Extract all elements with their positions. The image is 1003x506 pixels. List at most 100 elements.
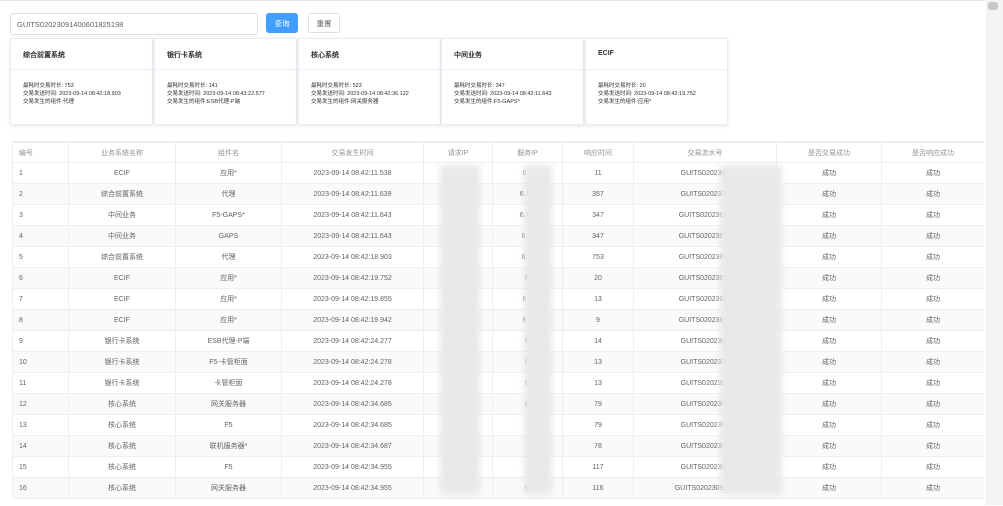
table-cell: 联机服务器* — [175, 435, 282, 457]
card-component-value: 代理 — [63, 99, 75, 105]
vertical-scrollbar[interactable] — [986, 0, 1003, 505]
table-cell: 应用* — [175, 288, 282, 310]
table-row[interactable]: 5综合前置系统代理2023-09-14 08:42:18.9036.6.1.75… — [12, 246, 984, 268]
summary-card: 中间业务 最耗时交易时长: 347 交易发送时间: 2023-09-14 08:… — [441, 38, 584, 125]
table-cell: 2023-09-14 08:42:34.685 — [281, 414, 424, 436]
table-cell: 2023-09-14 08:42:11.538 — [281, 162, 424, 184]
table-row[interactable]: 16核心系统网关服务器2023-09-14 08:42:34.9556.16.1… — [12, 477, 984, 499]
table-cell: 中间业务 — [68, 204, 176, 226]
table-cell: 代理 — [175, 246, 282, 268]
card-component-label: 交易发生的组件: — [167, 99, 208, 105]
table-cell: ESB代理-P端 — [175, 330, 282, 352]
table-cell: 成功 — [881, 204, 984, 226]
table-row[interactable]: 14核心系统联机服务器*2023-09-14 08:42:34.6876.78G… — [12, 435, 984, 457]
table-cell: 成功 — [881, 288, 984, 310]
table-cell: 2 — [12, 183, 69, 205]
scrollbar-thumb[interactable] — [988, 2, 998, 10]
table-row[interactable]: 3中间业务F5-GAPS*2023-09-14 08:42:11.64366.1… — [12, 204, 984, 226]
table-cell: 117 — [562, 456, 634, 478]
summary-card: 综合前置系统 最耗时交易时长: 753 交易发送时间: 2023-09-14 0… — [10, 38, 153, 125]
table-row[interactable]: 13核心系统F52023-09-14 08:42:34.6856.179GUIT… — [12, 414, 984, 436]
table-row[interactable]: 15核心系统F52023-09-14 08:42:34.9556.117GUIT… — [12, 456, 984, 478]
card-longest-value: 141 — [208, 83, 218, 89]
card-longest-label: 最耗时交易时长: — [167, 83, 208, 89]
table-cell: 15 — [12, 456, 69, 478]
table-row[interactable]: 1ECIF应用*2023-09-14 08:42:11.5386.6.111GU… — [12, 162, 984, 184]
table-cell: 4 — [12, 225, 69, 247]
top-divider — [0, 0, 985, 1]
redaction-blur — [720, 165, 782, 495]
table-cell: 357 — [562, 183, 634, 205]
table-cell: 成功 — [881, 351, 984, 373]
column-header[interactable]: 编号 — [12, 142, 69, 163]
search-input[interactable] — [10, 13, 258, 35]
table-row[interactable]: 4中间业务GAPS2023-09-14 08:42:11.6436.1.347G… — [12, 225, 984, 247]
table-cell: 综合前置系统 — [68, 246, 176, 268]
column-header[interactable]: 是否响应成功 — [881, 142, 984, 163]
table-row[interactable]: 2综合前置系统代理2023-09-14 08:42:11.6396.6.1.13… — [12, 183, 984, 205]
column-header[interactable]: 服务IP — [492, 142, 563, 163]
table-cell: 79 — [562, 393, 634, 415]
table-cell: 2023-09-14 08:42:19.855 — [281, 288, 424, 310]
table-cell: 成功 — [776, 393, 882, 415]
table-row[interactable]: 9银行卡系统ESB代理-P端2023-09-14 08:42:24.2776.6… — [12, 330, 984, 352]
table-row[interactable]: 10银行卡系统F5-卡管柜面2023-09-14 08:42:24.2786.6… — [12, 351, 984, 373]
table-cell: 成功 — [881, 456, 984, 478]
table-cell: 成功 — [776, 267, 882, 289]
table-cell: 银行卡系统 — [68, 351, 176, 373]
table-row[interactable]: 8ECIF应用*2023-09-14 08:42:19.94266.19GUIT… — [12, 309, 984, 331]
card-component-label: 交易发生的组件: — [311, 99, 352, 105]
table-row[interactable]: 11银行卡系统卡管柜面2023-09-14 08:42:24.2786.16.1… — [12, 372, 984, 394]
summary-card: ECIF 最耗时交易时长: 20 交易发送时间: 2023-09-14 08:4… — [585, 38, 728, 125]
table-cell: 347 — [562, 225, 634, 247]
card-longest-label: 最耗时交易时长: — [454, 83, 495, 89]
table-cell: 成功 — [881, 309, 984, 331]
table-cell: 成功 — [881, 393, 984, 415]
query-button[interactable]: 查询 — [266, 13, 298, 33]
column-header[interactable]: 是否交易成功 — [776, 142, 882, 163]
table-cell: 成功 — [881, 225, 984, 247]
column-header[interactable]: 业务系统名称 — [68, 142, 176, 163]
transaction-table: 编号 业务系统名称 组件名 交易发生时间 请求IP 服务IP 响应时间 交易流水… — [12, 141, 984, 506]
table-cell: 9 — [12, 330, 69, 352]
table-cell: 2023-09-14 08:42:24.277 — [281, 330, 424, 352]
card-time-value: 2023-09-14 08:42:36.122 — [347, 91, 409, 97]
table-cell: 16 — [12, 477, 69, 499]
table-cell: F5 — [175, 456, 282, 478]
reset-button[interactable]: 重置 — [308, 13, 340, 33]
summary-card: 银行卡系统 最耗时交易时长: 141 交易发送时间: 2023-09-14 08… — [154, 38, 297, 125]
redaction-blur — [524, 165, 552, 495]
card-time-value: 2023-09-14 08:43:22.577 — [203, 91, 265, 97]
card-time-label: 交易发送时间: — [167, 91, 202, 97]
table-cell: 2023-09-14 08:42:18.903 — [281, 246, 424, 268]
column-header[interactable]: 交易流水号 — [633, 142, 777, 163]
table-row[interactable]: 12核心系统网关服务器2023-09-14 08:42:34.6856.6.79… — [12, 393, 984, 415]
table-cell: 1 — [12, 162, 69, 184]
table-cell: 成功 — [881, 162, 984, 184]
table-cell: 成功 — [776, 183, 882, 205]
table-cell: 13 — [562, 288, 634, 310]
table-cell: F5-卡管柜面 — [175, 351, 282, 373]
table-row[interactable]: 7ECIF应用*2023-09-14 08:42:19.8556.6.113GU… — [12, 288, 984, 310]
table-cell: 成功 — [881, 183, 984, 205]
table-cell: F5 — [175, 414, 282, 436]
table-cell: 成功 — [881, 477, 984, 499]
card-time-label: 交易发送时间: — [23, 91, 58, 97]
column-header[interactable]: 交易发生时间 — [281, 142, 424, 163]
column-header[interactable]: 响应时间 — [562, 142, 634, 163]
table-cell: 5 — [12, 246, 69, 268]
table-cell: 成功 — [776, 477, 882, 499]
table-cell: 中间业务 — [68, 225, 176, 247]
card-longest-value: 523 — [352, 83, 362, 89]
column-header[interactable]: 组件名 — [175, 142, 282, 163]
column-header[interactable]: 请求IP — [423, 142, 493, 163]
table-row[interactable]: 6ECIF应用*2023-09-14 08:42:19.7526.6.20GUI… — [12, 267, 984, 289]
table-cell: 代理 — [175, 183, 282, 205]
table-cell: 10 — [12, 351, 69, 373]
table-cell: 2023-09-14 08:42:11.643 — [281, 225, 424, 247]
table-cell: 8 — [12, 309, 69, 331]
table-cell: 2023-09-14 08:42:19.752 — [281, 267, 424, 289]
table-cell: 卡管柜面 — [175, 372, 282, 394]
table-cell: ECIF — [68, 162, 176, 184]
table-cell: 成功 — [776, 435, 882, 457]
